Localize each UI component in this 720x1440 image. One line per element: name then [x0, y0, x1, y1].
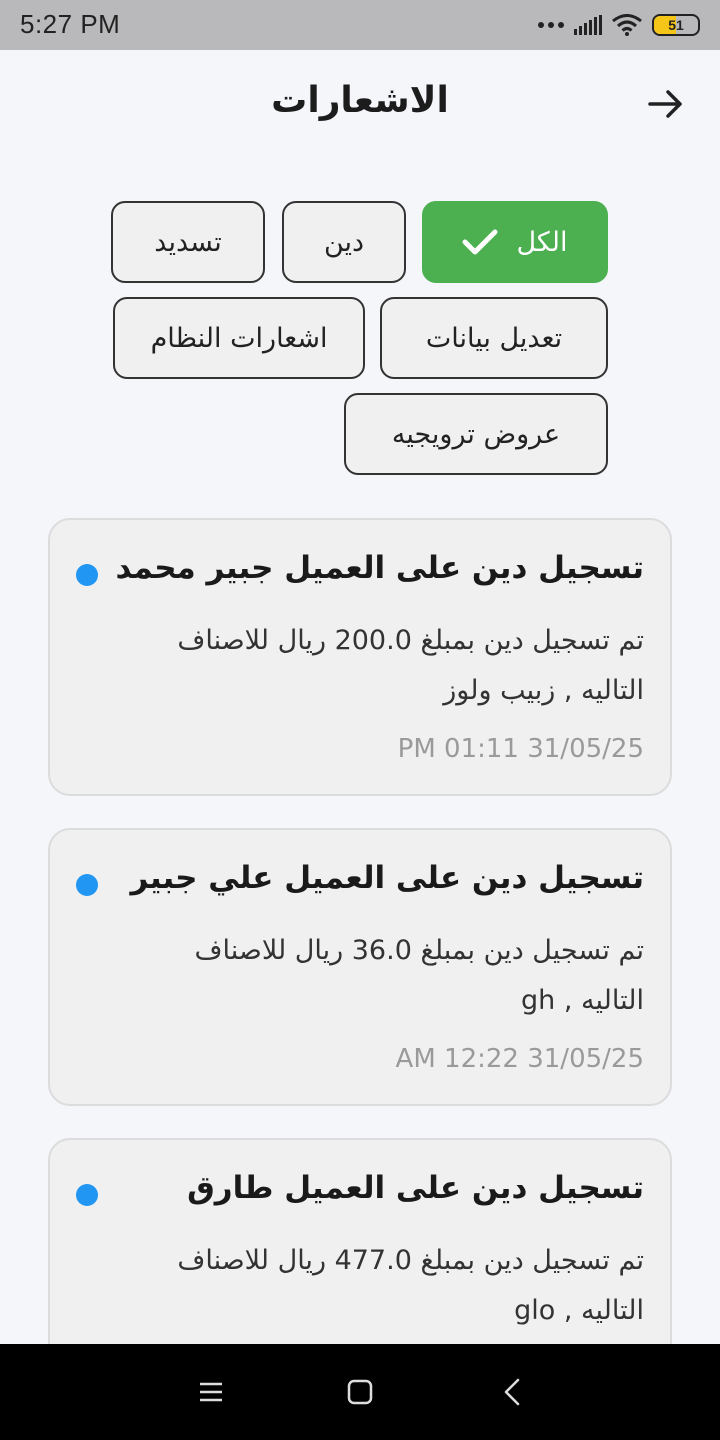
notification-card[interactable]: تسجيل دين على العميل علي جبير تم تسجيل د… [48, 828, 672, 1106]
back-icon [504, 1378, 520, 1406]
menu-button[interactable] [191, 1372, 231, 1412]
back-nav-button[interactable] [492, 1372, 532, 1412]
home-icon [347, 1379, 373, 1405]
chip-label: اشعارات النظام [150, 322, 328, 354]
status-bar: 5:27 PM 51 [0, 0, 720, 50]
chip-label: عروض ترويجيه [391, 418, 561, 450]
filter-chip-all[interactable]: الكل [422, 201, 608, 283]
signal-icon [574, 15, 602, 35]
unread-indicator [76, 564, 98, 586]
chip-label: الكل [516, 226, 568, 258]
system-nav-bar [0, 1344, 720, 1440]
filter-chip-debt[interactable]: دين [282, 201, 406, 283]
notification-time: PM 01:11 31/05/25 [397, 734, 644, 764]
chip-label: تعديل بيانات [425, 322, 563, 354]
unread-indicator [76, 874, 98, 896]
chip-label: تسديد [154, 226, 222, 258]
notification-body: تم تسجيل دين بمبلغ 200.0 ريال للاصناف ال… [177, 625, 644, 706]
status-time: 5:27 PM [20, 9, 121, 39]
notification-card[interactable]: تسجيل دين على العميل جبير محمد تم تسجيل … [48, 518, 672, 796]
home-button[interactable] [340, 1372, 380, 1412]
menu-icon [200, 1382, 222, 1402]
unread-indicator [76, 1184, 98, 1206]
more-dots-icon [538, 22, 564, 28]
wifi-icon [612, 14, 642, 36]
notification-title: تسجيل دين على العميل علي جبير [130, 860, 644, 896]
battery-icon: 51 [652, 14, 700, 36]
filter-chip-payment[interactable]: تسديد [111, 201, 265, 283]
back-button[interactable] [646, 84, 686, 124]
app-content: الاشعارات الكل دين تسديد تعديل بيانات اش… [0, 50, 720, 1344]
notification-time: AM 12:22 31/05/25 [395, 1044, 644, 1074]
filter-chip-system[interactable]: اشعارات النظام [113, 297, 365, 379]
notification-body: تم تسجيل دين بمبلغ 36.0 ريال للاصناف الت… [194, 935, 644, 1016]
notification-title: تسجيل دين على العميل طارق [187, 1170, 644, 1206]
filter-chip-data-edit[interactable]: تعديل بيانات [380, 297, 608, 379]
notification-title: تسجيل دين على العميل جبير محمد [115, 550, 644, 586]
filter-chip-promotions[interactable]: عروض ترويجيه [344, 393, 608, 475]
battery-percent: 51 [668, 17, 684, 33]
arrow-right-icon [648, 90, 682, 118]
notification-card[interactable]: تسجيل دين على العميل طارق تم تسجيل دين ب… [48, 1138, 672, 1344]
check-icon [462, 228, 498, 256]
status-icons: 51 [538, 12, 700, 38]
chip-label: دين [323, 226, 365, 258]
notification-body: تم تسجيل دين بمبلغ 477.0 ريال للاصناف ال… [177, 1245, 644, 1326]
page-title: الاشعارات [271, 80, 449, 121]
